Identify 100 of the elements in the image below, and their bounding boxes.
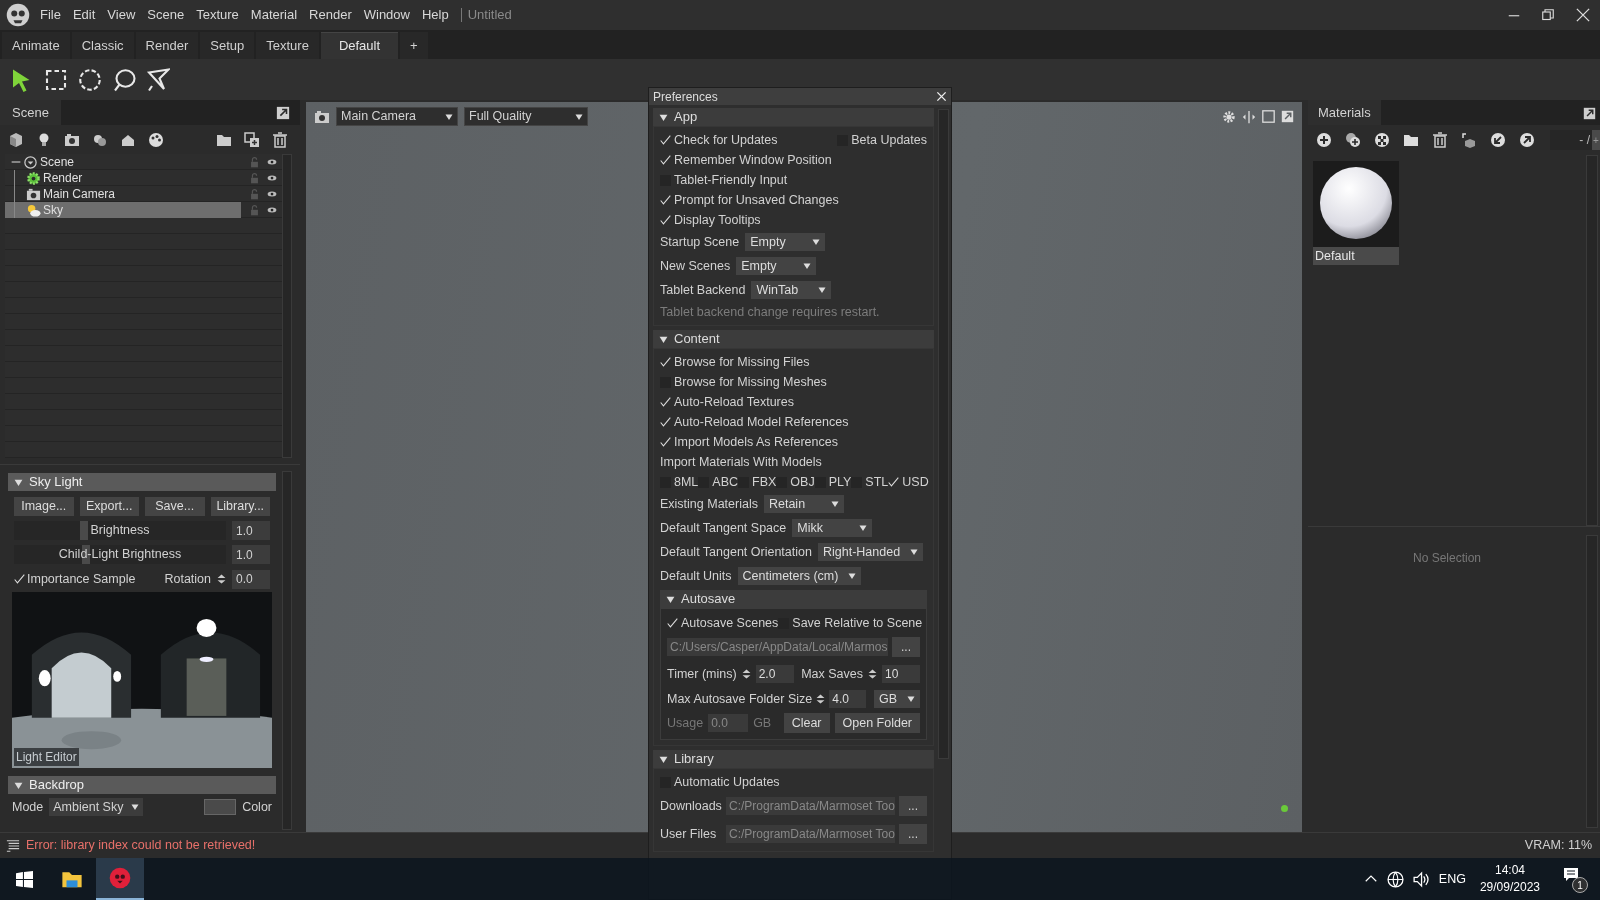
layout-tab[interactable]: Texture xyxy=(256,32,319,59)
slider[interactable]: Brightness xyxy=(14,521,226,540)
input-field[interactable]: 4.0 xyxy=(829,690,866,708)
panel-tab[interactable]: Materials xyxy=(1308,100,1381,125)
checkbox[interactable] xyxy=(660,356,671,368)
checkbox[interactable] xyxy=(660,436,671,448)
value-field[interactable]: 1.0 xyxy=(232,545,270,564)
import-icon[interactable] xyxy=(1490,132,1506,148)
close-icon[interactable] xyxy=(1576,8,1590,22)
cube-arrow-icon[interactable] xyxy=(1461,132,1477,148)
value-field[interactable]: 0.0 xyxy=(232,569,270,589)
close-icon[interactable] xyxy=(936,91,947,102)
section-header[interactable]: Content xyxy=(653,330,934,348)
camera-icon[interactable] xyxy=(64,131,80,148)
panel-button[interactable]: Export... xyxy=(79,497,139,516)
menu-item[interactable]: Scene xyxy=(141,5,191,25)
add-group-icon[interactable] xyxy=(244,131,260,148)
menu-item[interactable]: Edit xyxy=(66,5,102,25)
camera-icon[interactable] xyxy=(314,108,330,125)
button[interactable]: Open Folder xyxy=(834,713,920,733)
menu-item[interactable]: Render xyxy=(303,5,358,25)
value-field[interactable]: 1.0 xyxy=(232,521,270,540)
menu-item[interactable]: Texture xyxy=(190,5,245,25)
dropdown[interactable]: Ambient Sky xyxy=(49,798,144,816)
folder-icon[interactable] xyxy=(1403,132,1419,148)
globe-icon[interactable] xyxy=(1386,870,1404,888)
panel-button[interactable]: Library... xyxy=(210,497,270,516)
trash-icon[interactable] xyxy=(1432,132,1448,148)
checkbox[interactable] xyxy=(660,194,671,206)
browse-button[interactable]: ... xyxy=(899,796,927,816)
collapse-triangle-icon[interactable] xyxy=(666,594,675,604)
layout-tab[interactable]: Classic xyxy=(71,32,134,59)
menu-item[interactable]: File xyxy=(34,5,67,25)
panel-tab[interactable]: Scene xyxy=(0,100,61,125)
menu-item[interactable]: Help xyxy=(415,5,455,25)
popout-icon[interactable] xyxy=(276,106,290,120)
collapse-triangle-icon[interactable] xyxy=(659,112,668,122)
panel-button[interactable]: Save... xyxy=(145,497,205,516)
tree-item[interactable]: Scene xyxy=(5,154,241,170)
dropdown[interactable]: Right-Handed xyxy=(817,543,924,561)
lasso-icon[interactable] xyxy=(112,67,136,92)
dropdown[interactable]: Empty xyxy=(745,233,826,251)
dropdown[interactable]: GB xyxy=(874,690,920,708)
checkbox[interactable] xyxy=(660,416,671,428)
add-icon[interactable] xyxy=(1316,132,1332,148)
color-swatch[interactable] xyxy=(204,799,237,815)
taskbar-button[interactable] xyxy=(96,858,144,900)
palette-icon[interactable] xyxy=(148,131,164,148)
duplicate-icon[interactable] xyxy=(1345,132,1361,148)
tree-item[interactable]: Sky xyxy=(5,202,241,218)
dropdown[interactable]: Full Quality xyxy=(464,107,588,126)
section-header[interactable]: Library xyxy=(653,750,934,768)
checkbox[interactable] xyxy=(660,134,671,146)
polygon-lasso-icon[interactable] xyxy=(146,67,170,92)
menu-item[interactable]: View xyxy=(101,5,142,25)
windows-start-icon[interactable] xyxy=(15,870,33,888)
panel-button[interactable]: Image... xyxy=(14,497,74,516)
eye-icon[interactable] xyxy=(266,205,278,215)
dropdown[interactable]: Empty xyxy=(736,257,817,275)
checkbox[interactable] xyxy=(667,617,678,629)
export-icon[interactable] xyxy=(1519,132,1535,148)
eye-icon[interactable] xyxy=(266,189,278,199)
layout-tab[interactable]: Setup xyxy=(200,32,255,59)
section-header[interactable]: Sky Light xyxy=(8,473,276,491)
checkbox[interactable] xyxy=(660,214,671,226)
input-field[interactable]: 2.0 xyxy=(755,665,794,683)
add-tab-button[interactable]: + xyxy=(400,32,428,59)
eye-icon[interactable] xyxy=(266,173,278,183)
clock[interactable]: 14:04 29/09/2023 xyxy=(1479,862,1540,896)
maximize-icon[interactable] xyxy=(1262,110,1275,123)
collapse-triangle-icon[interactable] xyxy=(659,334,668,344)
tree-item[interactable]: Render xyxy=(5,170,241,186)
cube-icon[interactable] xyxy=(8,131,24,148)
collapse-triangle-icon[interactable] xyxy=(659,754,668,764)
gear-icon[interactable] xyxy=(1222,109,1236,124)
dropdown[interactable]: Main Camera xyxy=(336,107,458,126)
menu-item[interactable]: Window xyxy=(357,5,416,25)
eye-icon[interactable] xyxy=(266,157,278,167)
checkbox[interactable] xyxy=(14,573,25,585)
popout-icon[interactable] xyxy=(1281,110,1294,123)
checker-sphere-icon[interactable] xyxy=(1374,132,1390,148)
language-indicator[interactable]: ENG xyxy=(1438,869,1466,889)
slider[interactable]: Child-Light Brightness xyxy=(14,545,226,564)
dropdown[interactable]: Retain xyxy=(763,495,844,513)
input-field[interactable]: 10 xyxy=(882,665,920,683)
rectangle-select-icon[interactable] xyxy=(44,67,68,92)
button[interactable]: Clear xyxy=(783,713,830,733)
restore-icon[interactable] xyxy=(1542,9,1554,21)
menu-item[interactable]: Material xyxy=(244,5,304,25)
browse-button[interactable]: ... xyxy=(892,637,920,657)
ellipse-select-icon[interactable] xyxy=(78,67,102,92)
checkbox[interactable] xyxy=(660,396,671,408)
layout-tab[interactable]: Animate xyxy=(2,32,70,59)
split-arrows-icon[interactable] xyxy=(1242,109,1256,124)
trash-icon[interactable] xyxy=(272,131,288,148)
collapse-triangle-icon[interactable] xyxy=(14,477,23,487)
layout-tab[interactable]: Render xyxy=(135,32,199,59)
browse-button[interactable]: ... xyxy=(899,824,927,844)
dropdown[interactable]: Mikk xyxy=(792,519,873,537)
checkbox[interactable] xyxy=(888,476,900,488)
